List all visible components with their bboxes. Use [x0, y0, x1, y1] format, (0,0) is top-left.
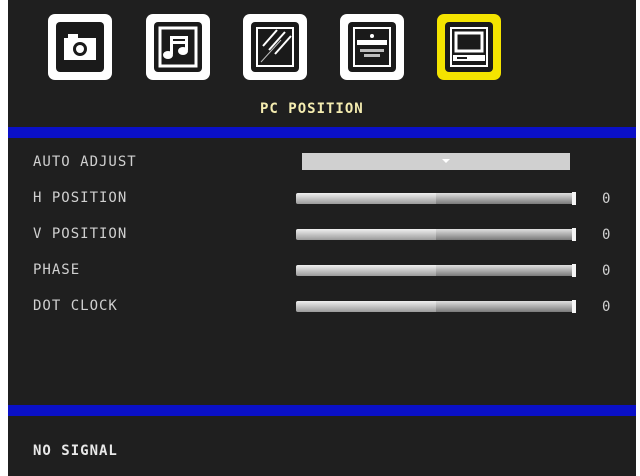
- slider-track: [436, 265, 576, 276]
- h-position-label: H POSITION: [33, 190, 128, 206]
- dot-clock-slider[interactable]: [296, 300, 576, 313]
- pc-icon: [445, 22, 493, 72]
- phase-value: 0: [602, 263, 611, 279]
- slider-fill: [296, 301, 436, 312]
- tab-install[interactable]: [340, 14, 404, 80]
- tab-pc[interactable]: [437, 14, 501, 80]
- install-icon: [348, 22, 396, 72]
- slider-end-cap: [572, 228, 576, 241]
- auto-adjust-label: AUTO ADJUST: [33, 154, 137, 170]
- chevron-down-icon: [442, 159, 450, 163]
- v-position-value: 0: [602, 227, 611, 243]
- osd-screen: PC POSITION AUTO ADJUST H POSITION 0 V P…: [8, 0, 636, 476]
- auto-adjust-button[interactable]: [302, 153, 570, 170]
- slider-track: [436, 193, 576, 204]
- phase-slider[interactable]: [296, 264, 576, 277]
- tab-sound[interactable]: [146, 14, 210, 80]
- v-position-slider[interactable]: [296, 228, 576, 241]
- status-text: NO SIGNAL: [33, 443, 118, 459]
- slider-end-cap: [572, 192, 576, 205]
- slider-end-cap: [572, 300, 576, 313]
- h-position-slider[interactable]: [296, 192, 576, 205]
- v-position-label: V POSITION: [33, 226, 128, 242]
- slider-fill: [296, 229, 436, 240]
- picture-icon: [56, 22, 104, 72]
- phase-label: PHASE: [33, 262, 81, 278]
- dot-clock-value: 0: [602, 299, 611, 315]
- feature-icon: [251, 22, 299, 72]
- slider-track: [436, 301, 576, 312]
- dot-clock-label: DOT CLOCK: [33, 298, 118, 314]
- slider-track: [436, 229, 576, 240]
- tab-feature[interactable]: [243, 14, 307, 80]
- slider-fill: [296, 265, 436, 276]
- slider-end-cap: [572, 264, 576, 277]
- sound-icon: [154, 22, 202, 72]
- tab-picture[interactable]: [48, 14, 112, 80]
- header-divider-band: [8, 127, 636, 138]
- footer-divider-band: [8, 405, 636, 416]
- slider-fill: [296, 193, 436, 204]
- h-position-value: 0: [602, 191, 611, 207]
- page-title: PC POSITION: [260, 101, 364, 117]
